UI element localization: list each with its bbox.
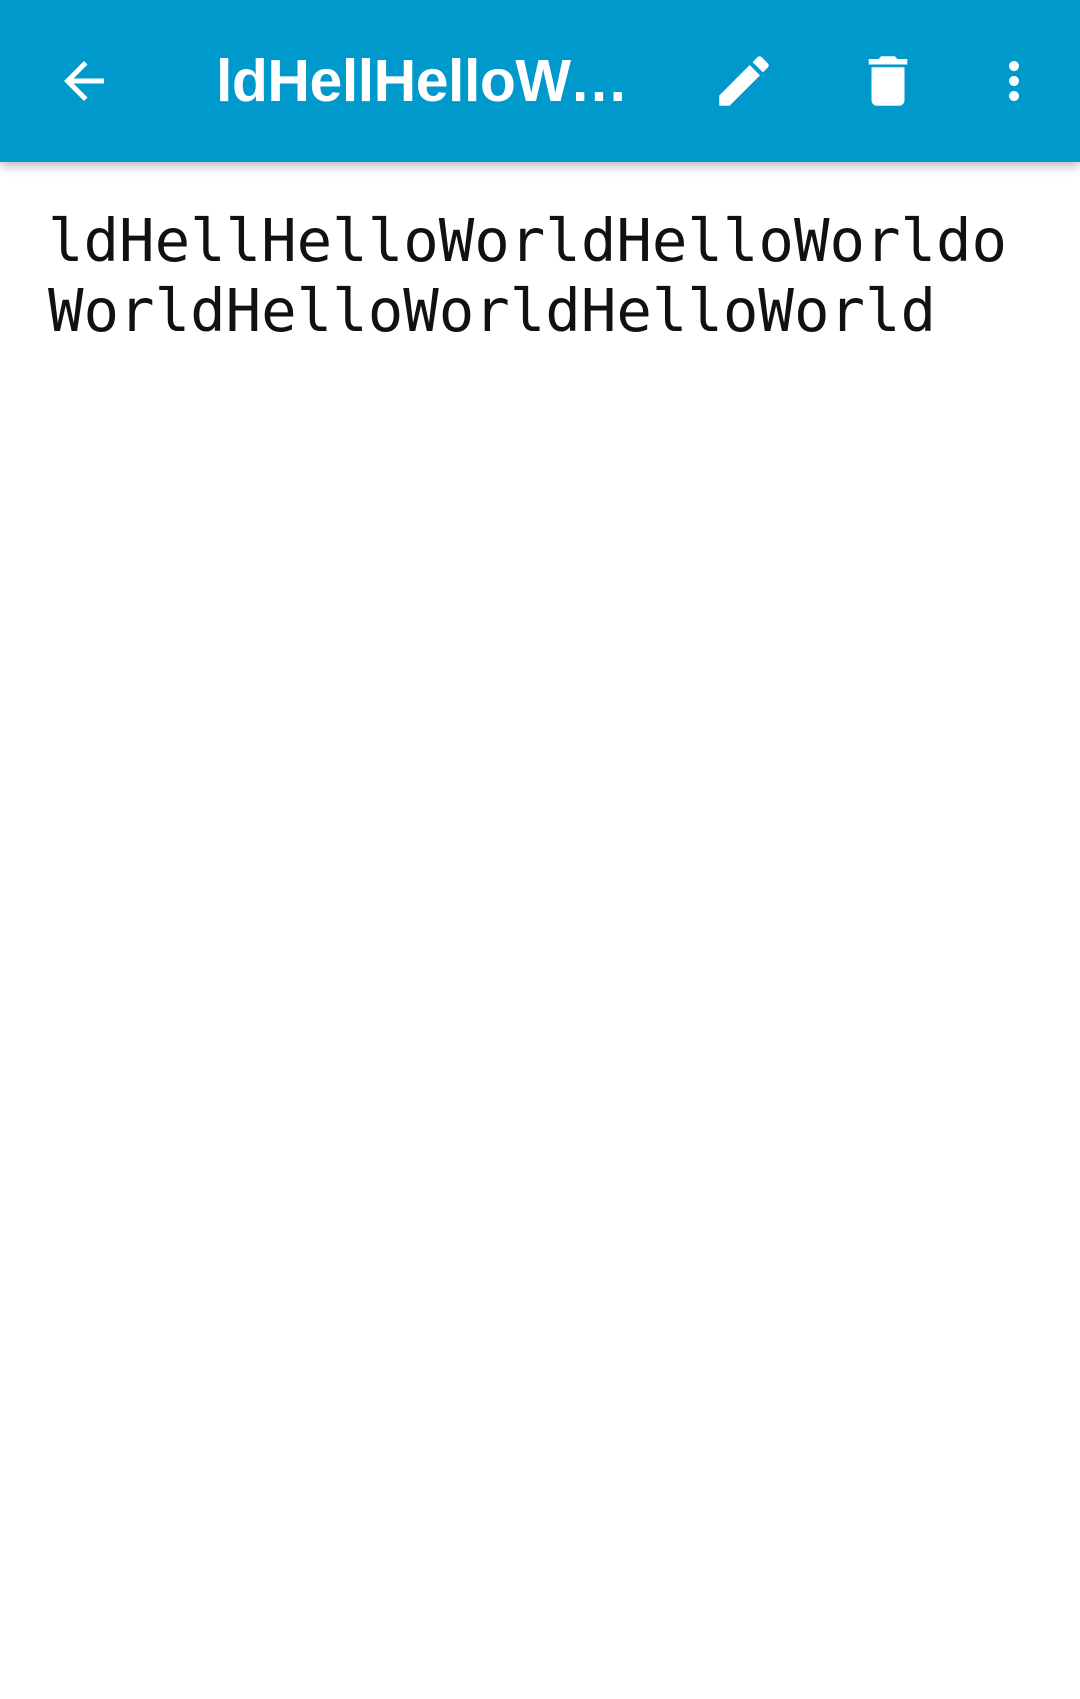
app-toolbar: ldHellHelloWorldHelloWorldoWorldHelloWor… [0,0,1080,162]
note-line: ldHellHelloWorldHelloWorldo [48,206,1008,275]
pencil-icon [711,48,777,114]
back-button[interactable] [24,21,144,141]
more-options-button[interactable] [954,21,1074,141]
arrow-back-icon [54,51,114,111]
note-content: ldHellHelloWorldHelloWorldo WorldHelloWor… [48,206,1048,346]
note-view-screen: ldHellHelloWorldHelloWorldoWorldHelloWor… [0,0,1080,1699]
trash-icon [855,48,921,114]
note-line: WorldHelloWorldHelloWorld [48,276,937,345]
more-vert-icon [984,51,1044,111]
delete-button[interactable] [828,21,948,141]
edit-button[interactable] [684,21,804,141]
toolbar-title: ldHellHelloWorldHelloWorldoWorldHelloWor… [216,48,640,114]
